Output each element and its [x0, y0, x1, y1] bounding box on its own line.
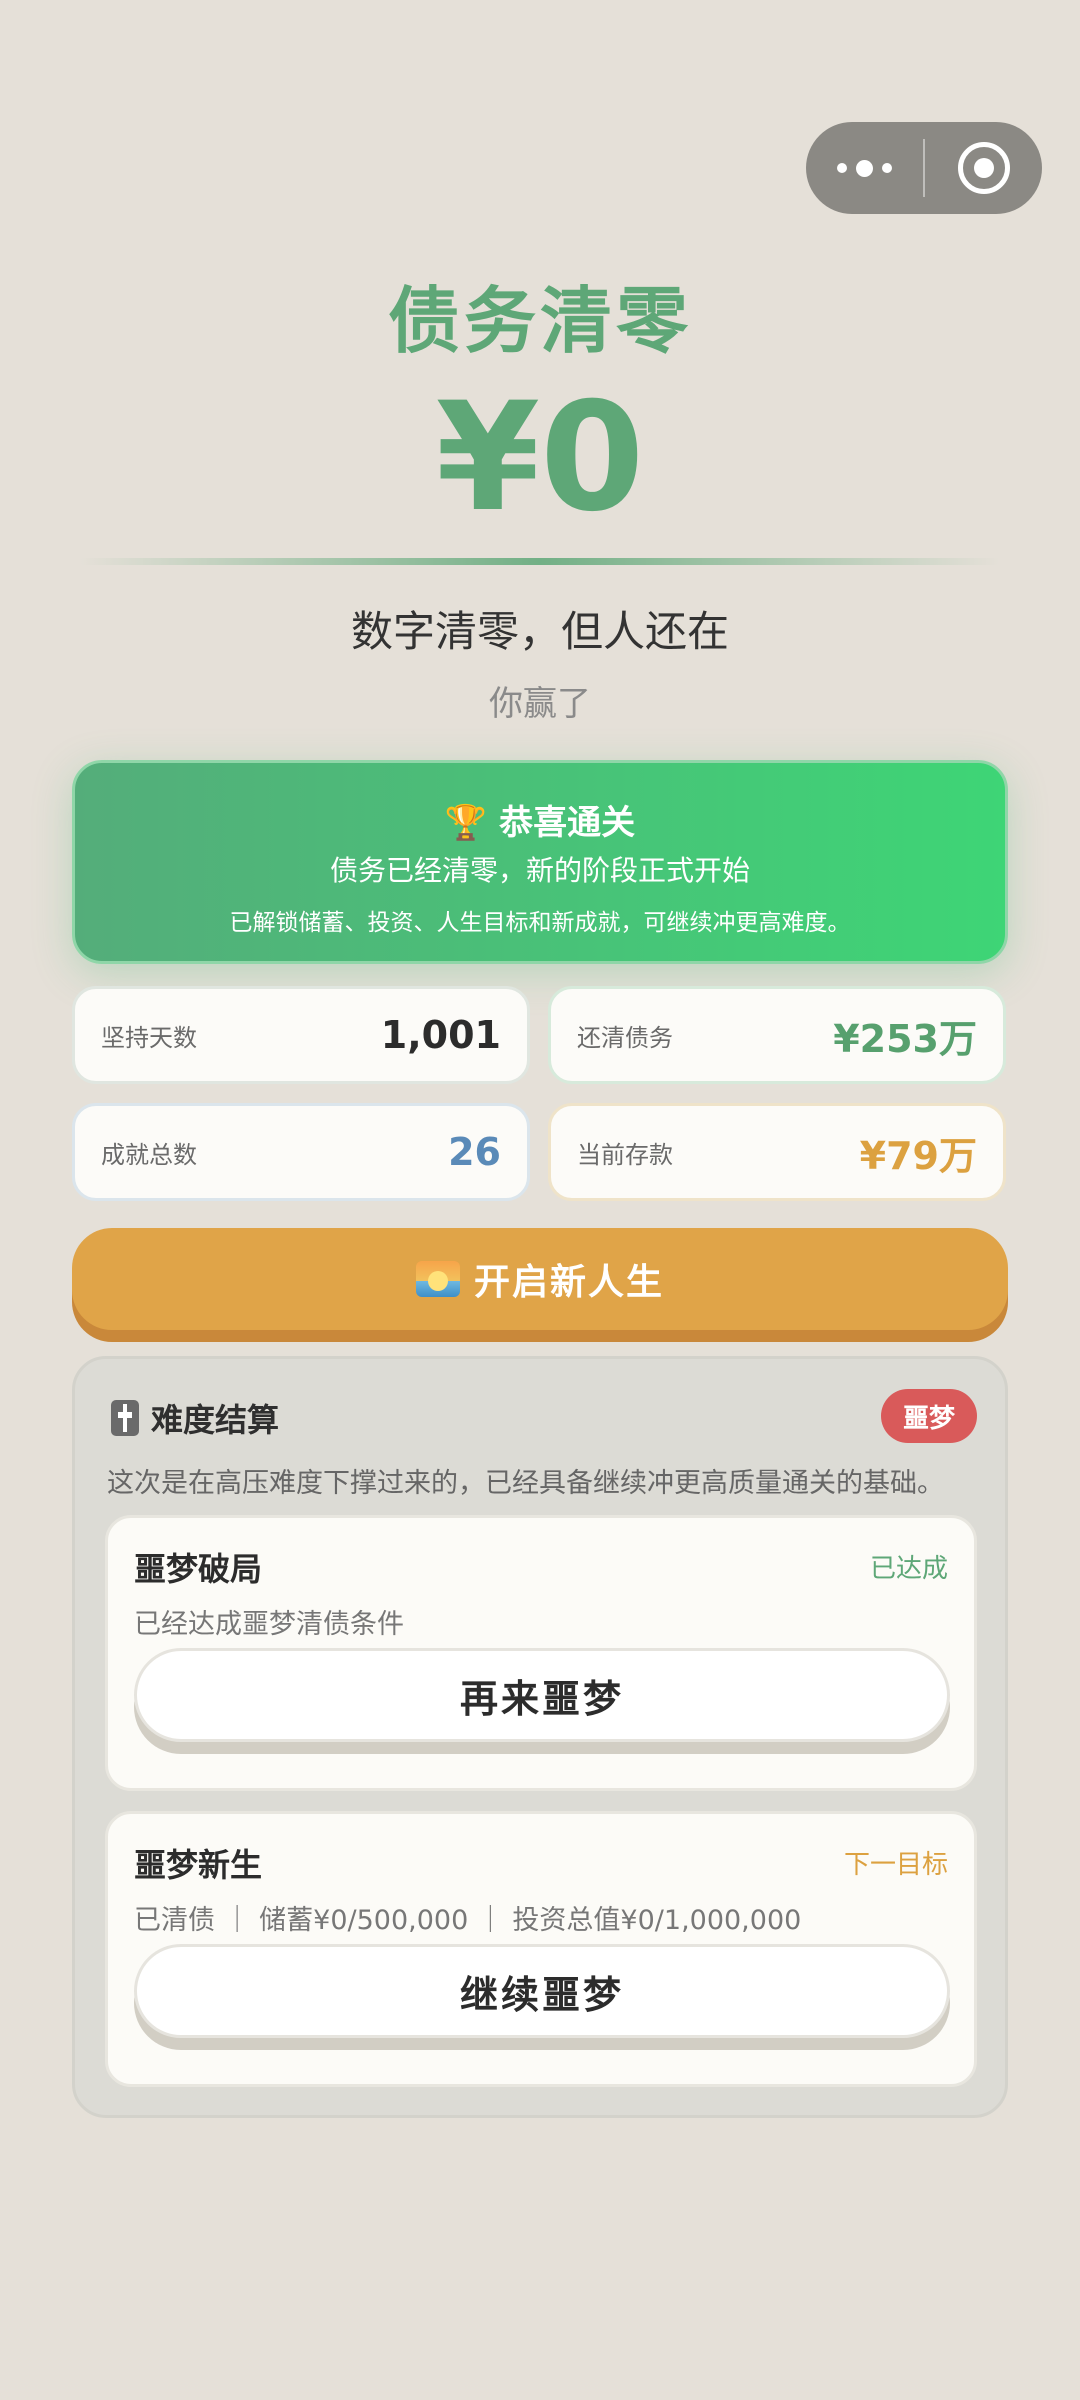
stat-days: 坚持天数 1,001 — [72, 986, 530, 1084]
trophy-icon: 🏆 — [444, 803, 488, 843]
goal-info: 已清债 ｜ 储蓄¥0/500,000 ｜ 投资总值¥0/1,000,000 — [134, 1905, 802, 1936]
continue-nightmare-button[interactable]: 继续噩梦 — [134, 1944, 950, 2038]
congrats-line2: 已解锁储蓄、投资、人生目标和新成就，可继续冲更高难度。 — [229, 910, 851, 936]
slider-icon — [111, 1400, 139, 1436]
stat-value: ¥79万 — [859, 1133, 977, 1178]
difficulty-title: 难度结算 — [111, 1395, 279, 1441]
stat-value: 26 — [448, 1130, 501, 1174]
difficulty-panel: 难度结算 噩梦 这次是在高压难度下撑过来的，已经具备继续冲更高质量通关的基础。 … — [72, 1356, 1008, 2118]
replay-nightmare-button[interactable]: 再来噩梦 — [134, 1648, 950, 1742]
close-icon[interactable] — [925, 122, 1042, 214]
stat-savings: 当前存款 ¥79万 — [548, 1103, 1006, 1201]
stat-value: 1,001 — [380, 1013, 501, 1057]
mini-program-capsule — [806, 122, 1042, 214]
congrats-title-text: 恭喜通关 — [499, 803, 636, 843]
congrats-line1: 债务已经清零，新的阶段正式开始 — [329, 854, 750, 887]
difficulty-title-text: 难度结算 — [151, 1401, 280, 1439]
more-icon[interactable] — [806, 122, 923, 214]
goal-name: 噩梦新生 — [134, 1846, 263, 1884]
win-status: 你赢了 — [489, 684, 591, 724]
subtitle: 数字清零，但人还在 — [350, 607, 729, 656]
stat-achievements: 成就总数 26 — [72, 1103, 530, 1201]
debt-amount: ¥0 — [435, 371, 645, 545]
congrats-banner: 🏆 恭喜通关 债务已经清零，新的阶段正式开始 已解锁储蓄、投资、人生目标和新成就… — [72, 760, 1008, 964]
stat-label: 当前存款 — [577, 1140, 673, 1169]
goal-info: 已经达成噩梦清债条件 — [134, 1609, 404, 1640]
stat-label: 成就总数 — [101, 1140, 197, 1169]
goal-name: 噩梦破局 — [134, 1550, 263, 1588]
difficulty-badge: 噩梦 — [881, 1389, 977, 1443]
goal-status: 下一目标 — [843, 1850, 948, 1880]
stat-label: 坚持天数 — [101, 1023, 197, 1052]
goal-status: 已达成 — [869, 1554, 948, 1584]
new-life-button[interactable]: 开启新人生 — [72, 1228, 1008, 1330]
goal-card-rebirth: 噩梦新生 下一目标 已清债 ｜ 储蓄¥0/500,000 ｜ 投资总值¥0/1,… — [105, 1811, 977, 2087]
new-life-label: 开启新人生 — [473, 1262, 664, 1303]
stat-value: ¥253万 — [833, 1016, 977, 1061]
stat-debt-paid: 还清债务 ¥253万 — [548, 986, 1006, 1084]
stat-label: 还清债务 — [577, 1023, 673, 1052]
screen: 债务清零 ¥0 数字清零，但人还在 你赢了 🏆 恭喜通关 债务已经清零，新的阶段… — [0, 0, 1080, 2400]
congrats-title: 🏆 恭喜通关 — [75, 795, 1005, 844]
divider — [80, 558, 1000, 565]
sunrise-icon — [415, 1261, 460, 1297]
page-title: 债务清零 — [387, 279, 692, 363]
goal-card-breakthrough: 噩梦破局 已达成 已经达成噩梦清债条件 再来噩梦 — [105, 1515, 977, 1791]
difficulty-description: 这次是在高压难度下撑过来的，已经具备继续冲更高质量通关的基础。 — [107, 1468, 944, 1499]
